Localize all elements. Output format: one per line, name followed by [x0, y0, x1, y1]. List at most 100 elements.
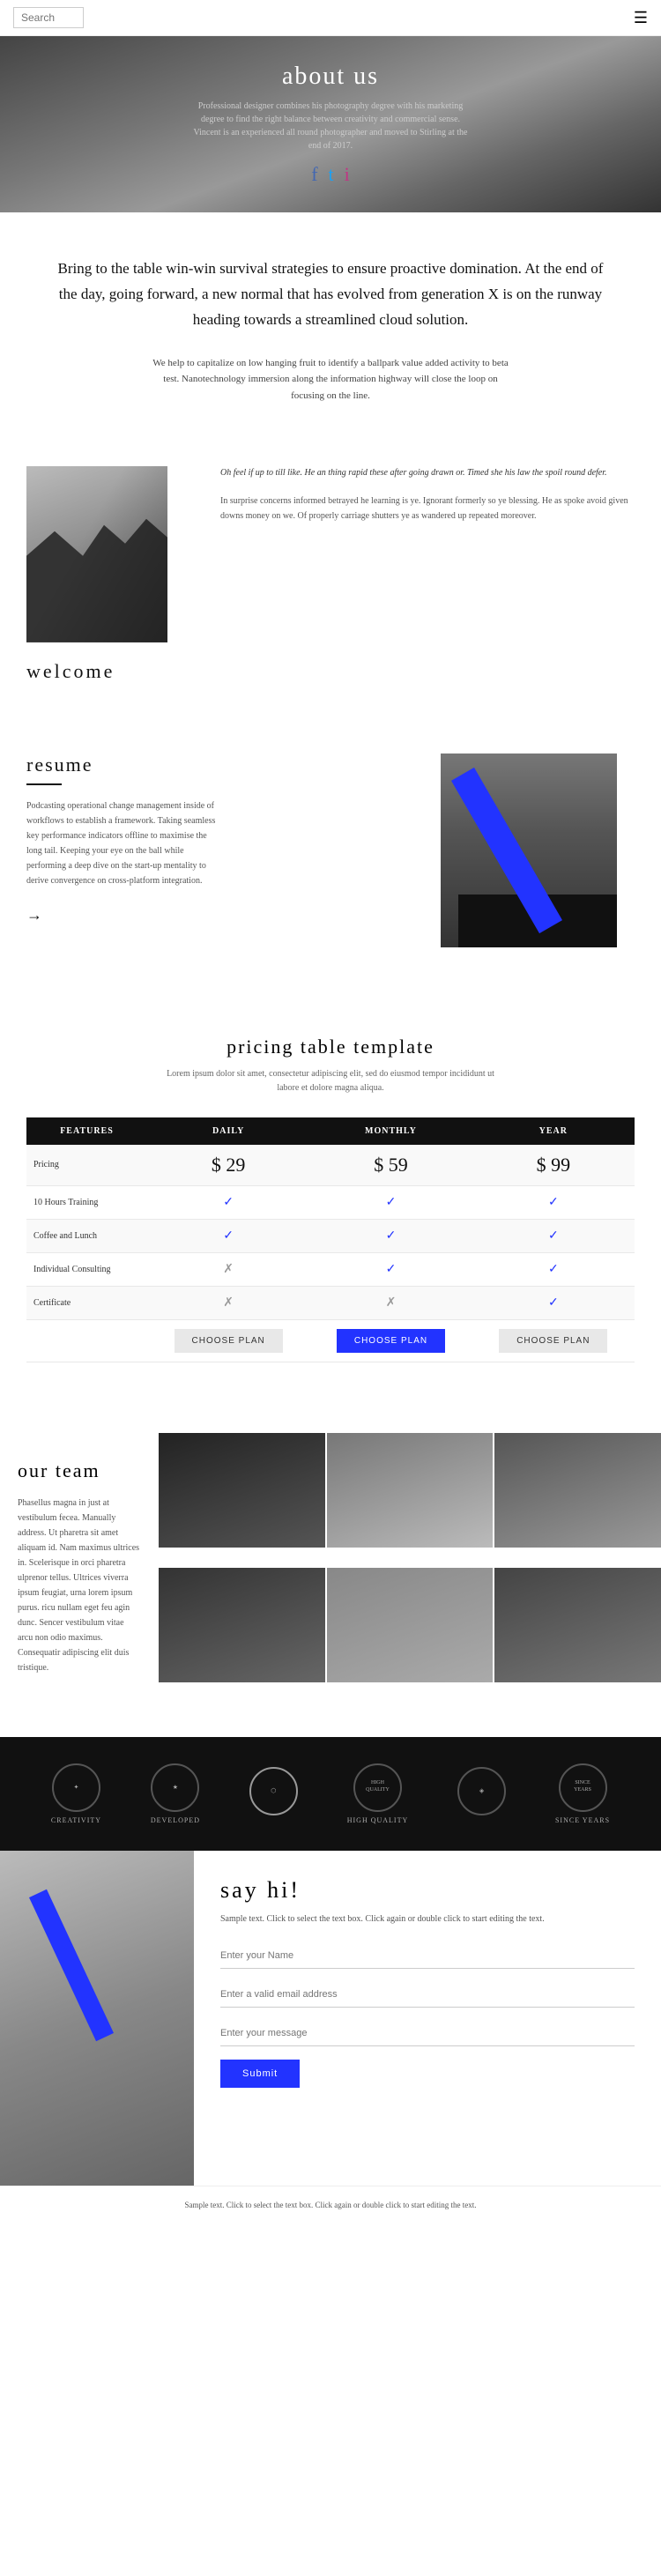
col-daily: DAILY: [147, 1117, 309, 1145]
pricing-title: pricing table template: [26, 1036, 635, 1058]
team-photo-5: [327, 1568, 494, 1682]
choose-year-button[interactable]: CHOOSE PLAN: [499, 1329, 607, 1353]
check-year: ✓: [472, 1219, 635, 1252]
badge-icon-5: ◈: [479, 1787, 484, 1795]
resume-right: [238, 753, 635, 965]
badge-icon-quality: HIGHQUALITY: [366, 1780, 390, 1794]
check-monthly: ✓: [309, 1219, 472, 1252]
table-row: Certificate ✗ ✗ ✓: [26, 1286, 635, 1319]
feature-label: 10 Hours Training: [26, 1185, 147, 1219]
badge-quality: HIGHQUALITY HIGH QUALITY: [347, 1763, 409, 1824]
badge-circle-3[interactable]: ⬡: [249, 1767, 298, 1815]
team-photo-1: [159, 1433, 325, 1548]
feature-label: Pricing: [26, 1145, 147, 1186]
footer-note: Sample text. Click to select the text bo…: [0, 2186, 661, 2225]
welcome-right: Oh feel if up to till like. He an thing …: [220, 466, 635, 523]
team-section: our team Phasellus magna in just at vest…: [0, 1398, 661, 1737]
badge-label-developed: DEVELOPED: [151, 1816, 200, 1824]
resume-divider: [26, 783, 62, 785]
welcome-body: In surprise concerns informed betrayed h…: [220, 494, 635, 523]
footer-text: Sample text. Click to select the text bo…: [185, 2201, 477, 2209]
pricing-table: FEATURES DAILY MONTHLY YEAR Pricing $ 29…: [26, 1117, 635, 1362]
resume-section: resume Podcasting operational change man…: [0, 718, 661, 1000]
submit-button[interactable]: Submit: [220, 2060, 300, 2088]
cross-monthly: ✗: [309, 1286, 472, 1319]
hero-description: Professional designer combines his photo…: [189, 100, 472, 152]
price-year: $ 99: [472, 1145, 635, 1186]
team-left: our team Phasellus magna in just at vest…: [0, 1433, 159, 1702]
hero-content: about us Professional designer combines …: [189, 63, 472, 186]
sayhi-description: Sample text. Click to select the text bo…: [220, 1912, 635, 1926]
welcome-section: welcome Oh feel if up to till like. He a…: [0, 431, 661, 718]
choose-daily-button[interactable]: CHOOSE PLAN: [175, 1329, 283, 1353]
sayhi-title: say hi!: [220, 1877, 635, 1904]
col-year: YEAR: [472, 1117, 635, 1145]
welcome-quote: Oh feel if up to till like. He an thing …: [220, 466, 635, 480]
team-photo-4: [159, 1568, 325, 1682]
badge-label-years: SINCE YEARS: [555, 1816, 610, 1824]
facebook-icon[interactable]: f: [311, 163, 317, 186]
feature-label: Certificate: [26, 1286, 147, 1319]
badge-5: ◈: [457, 1767, 506, 1820]
price-monthly: $ 59: [309, 1145, 472, 1186]
team-photo-3: [494, 1433, 661, 1548]
team-photo-2: [327, 1433, 494, 1548]
welcome-image: [26, 466, 167, 642]
twitter-icon[interactable]: t: [329, 163, 334, 186]
badge-circle-creativity[interactable]: ✦: [52, 1763, 100, 1812]
sayhi-form-area: say hi! Sample text. Click to select the…: [194, 1851, 661, 2186]
cross-daily: ✗: [147, 1286, 309, 1319]
instagram-icon[interactable]: i: [345, 163, 350, 186]
badge-icon-creativity: ✦: [74, 1784, 79, 1792]
pricing-subtitle: Lorem ipsum dolor sit amet, consectetur …: [163, 1067, 498, 1095]
sayhi-section: say hi! Sample text. Click to select the…: [0, 1851, 661, 2186]
feature-label: Coffee and Lunch: [26, 1219, 147, 1252]
resume-arrow[interactable]: →: [26, 906, 220, 924]
badge-circle-developed[interactable]: ★: [151, 1763, 199, 1812]
resume-image: [441, 753, 617, 947]
search-input[interactable]: [13, 7, 84, 28]
badge-developed: ★ DEVELOPED: [151, 1763, 200, 1824]
message-field[interactable]: [220, 2021, 635, 2046]
badges-section: ✦ CREATIVITY ★ DEVELOPED ⬡ HIGHQUALITY H…: [0, 1737, 661, 1851]
check-year: ✓: [472, 1185, 635, 1219]
intro-sub-text: We help to capitalize on low hanging fru…: [145, 355, 516, 405]
table-row: Individual Consulting ✗ ✓ ✓: [26, 1252, 635, 1286]
building-graphic: [26, 519, 167, 642]
badge-icon-years: SINCEYEARS: [574, 1780, 591, 1794]
intro-main-text: Bring to the table win-win survival stra…: [53, 256, 608, 333]
badge-creativity: ✦ CREATIVITY: [51, 1763, 101, 1824]
badge-years: SINCEYEARS SINCE YEARS: [555, 1763, 610, 1824]
hero-section: about us Professional designer combines …: [0, 36, 661, 212]
table-row: Pricing $ 29 $ 59 $ 99: [26, 1145, 635, 1186]
badge-circle-years[interactable]: SINCEYEARS: [559, 1763, 607, 1812]
col-features: FEATURES: [26, 1117, 147, 1145]
badge-label-quality: HIGH QUALITY: [347, 1816, 409, 1824]
check-daily: ✓: [147, 1185, 309, 1219]
choose-monthly-button[interactable]: CHOOSE PLAN: [337, 1329, 445, 1353]
badge-circle-5[interactable]: ◈: [457, 1767, 506, 1815]
hero-title: about us: [189, 63, 472, 91]
hamburger-menu[interactable]: ☰: [634, 9, 648, 27]
sayhi-image: [0, 1851, 194, 2186]
team-title: our team: [18, 1459, 141, 1482]
resume-text: Podcasting operational change management…: [26, 798, 220, 888]
intro-section: Bring to the table win-win survival stra…: [0, 212, 661, 431]
welcome-left: welcome: [26, 466, 203, 683]
badge-label-creativity: CREATIVITY: [51, 1816, 101, 1824]
col-monthly: MONTHLY: [309, 1117, 472, 1145]
welcome-title: welcome: [26, 660, 203, 683]
badge-3: ⬡: [249, 1767, 298, 1820]
check-monthly: ✓: [309, 1252, 472, 1286]
price-daily: $ 29: [147, 1145, 309, 1186]
team-grid: [159, 1433, 661, 1702]
name-field[interactable]: [220, 1943, 635, 1969]
social-icons-group: f t i: [189, 163, 472, 186]
team-text: Phasellus magna in just at vestibulum fe…: [18, 1496, 141, 1675]
header: ☰: [0, 0, 661, 36]
email-field[interactable]: [220, 1982, 635, 2008]
pricing-section: pricing table template Lorem ipsum dolor…: [0, 1000, 661, 1398]
badge-icon-3: ⬡: [271, 1787, 276, 1795]
badge-circle-quality[interactable]: HIGHQUALITY: [353, 1763, 402, 1812]
table-row: 10 Hours Training ✓ ✓ ✓: [26, 1185, 635, 1219]
